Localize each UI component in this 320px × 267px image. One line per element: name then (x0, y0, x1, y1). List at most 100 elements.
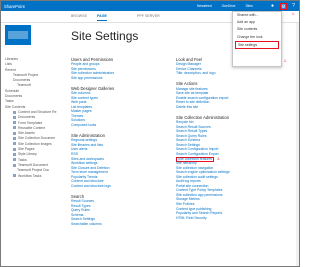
settings-link-label: List templates (71, 104, 92, 109)
settings-link-label: Site content types (71, 95, 98, 100)
settings-link-label: Site libraries and lists (71, 142, 104, 147)
settings-menu: Shared with... Add an app Site contents Cha… (232, 11, 282, 67)
settings-column-1: Users and Permissions People and groups Si… (71, 57, 141, 226)
settings-link-label: Enable search configuration export (176, 95, 229, 100)
list-icon (13, 115, 16, 119)
list-icon (13, 158, 16, 162)
settings-link-label: People and groups (71, 62, 100, 67)
leftnav-label: Site Collection Images (18, 141, 52, 146)
settings-link-label: Site collection navigation (176, 165, 214, 170)
menu-item[interactable]: Site settings (235, 40, 279, 49)
leftnav-label: Workflow Tasks (18, 173, 42, 178)
list-icon (13, 131, 16, 135)
settings-link-label: Search Result Sources (176, 124, 211, 129)
list-icon (13, 126, 16, 130)
settings-link-label: Design Manager (176, 62, 201, 67)
settings-link-label: HTML Field Security (176, 215, 207, 220)
settings-link-label: Composed looks (71, 122, 97, 127)
settings-link-label: Delete this site (176, 104, 199, 109)
settings-link-label: Site Closure and Deletion (71, 165, 110, 170)
leftnav-label: Site Assets (18, 131, 35, 136)
menu-item[interactable]: Add an app (233, 19, 281, 26)
suite-links: Newsfeed OneDrive Sites (197, 4, 262, 8)
list-icon (13, 137, 16, 141)
tab-browse[interactable]: BROWSE (71, 14, 87, 18)
settings-link-label: Audit log reports (176, 179, 201, 184)
settings-link-label: Workflow settings (71, 161, 98, 166)
sharepoint-logo-icon (8, 31, 28, 39)
menu-item[interactable]: Change the look (233, 34, 281, 41)
brand-label[interactable]: SharePoint (4, 4, 25, 9)
page-title: Site Settings (71, 29, 139, 43)
leftnav-label: Libraries (5, 57, 19, 61)
settings-link-label: Reset to site definition (176, 100, 210, 105)
leftnav-label: Documents (13, 78, 31, 83)
settings-link[interactable]: HTML Field Security (176, 216, 246, 221)
settings-link-label: RSS (71, 151, 78, 156)
settings-link-label: Search Settings (176, 142, 200, 147)
settings-link[interactable]: Searchable columns (71, 222, 141, 227)
left-navigation: Libraries Lists Recent Teamsoft Project Docu… (5, 57, 67, 179)
leftnav-label: Teamsoft Project (13, 72, 39, 77)
settings-link-label: Content Type Policy Templates (176, 188, 223, 193)
browser-window: SharePoint Newsfeed OneDrive Sites ● ⚙ ?… (0, 0, 300, 267)
list-icon (13, 147, 16, 151)
leftnav-label: Reusable Content (18, 125, 46, 130)
settings-link-label: Content and structure logs (71, 183, 111, 188)
settings-link-label: Search Configuration Import (176, 147, 219, 152)
user-icon[interactable]: ● (269, 3, 276, 10)
tab-ppf-server[interactable]: PPF SERVER (137, 14, 160, 18)
settings-link-label: Search Query Rules (176, 133, 207, 138)
gear-icon[interactable]: ⚙ (280, 2, 287, 10)
leftnav-label: Content and Structure Re (18, 109, 57, 114)
leftnav-label: Schedule (5, 88, 20, 93)
leftnav-label: Recent (5, 67, 16, 72)
suite-bar: SharePoint Newsfeed OneDrive Sites ● ⚙ ? (1, 1, 299, 11)
settings-link-label: Search Configuration Export (176, 151, 219, 156)
list-icon (13, 152, 16, 156)
vertical-scrollbar[interactable] (296, 23, 299, 266)
suite-link-onedrive[interactable]: OneDrive (222, 4, 236, 8)
leftnav-label: Teamsoft (17, 83, 31, 88)
leftnav-label: Tasks (18, 157, 27, 162)
settings-link-label: Master pages (71, 109, 92, 114)
site-logo[interactable] (5, 25, 31, 45)
settings-link-label: Web parts (71, 100, 87, 105)
settings-link-label: Site collection administrators (71, 71, 115, 76)
leftnav-label: Lists (5, 62, 12, 67)
settings-link-label: Search engine optimization settings (176, 170, 230, 175)
list-icon (13, 174, 16, 178)
help-icon[interactable]: ? (290, 3, 297, 10)
leftnav-label: Teamsoft Document (18, 162, 49, 167)
settings-link-label: Result Sources (71, 199, 94, 204)
settings-link-label: Search Schema (176, 138, 201, 143)
suite-link-sites[interactable]: Sites (245, 4, 252, 8)
leftnav-label: Form Templates (18, 120, 43, 125)
settings-link-label: Searchable columns (71, 221, 102, 226)
menu-callout: 1. (284, 59, 287, 63)
settings-link-label: User alerts (71, 147, 88, 152)
list-icon (13, 163, 16, 167)
menu-item[interactable]: Site contents (233, 26, 281, 33)
leftnav-item[interactable]: Workflow Tasks (5, 174, 67, 179)
settings-link-label: Save site as template (176, 91, 209, 96)
tab-page[interactable]: PAGE (97, 14, 107, 21)
leftnav-label: Documents (18, 115, 36, 120)
leftnav-label: Teamsoft Project Doc (17, 168, 50, 173)
menu-item[interactable]: Shared with... (233, 12, 281, 19)
settings-link-label: Site permissions (71, 66, 96, 71)
settings-link-label: Manage site features (176, 86, 208, 91)
list-icon (13, 121, 16, 125)
settings-link-label: Solutions (71, 118, 85, 123)
settings-link-label: Portal site connection (176, 183, 209, 188)
settings-link-label: Term store management (71, 170, 108, 175)
leftnav-label: Tasks (5, 99, 14, 104)
suite-link-newsfeed[interactable]: Newsfeed (197, 4, 212, 8)
settings-link-label: Popularity and Search Reports (176, 211, 223, 216)
settings-link-label: Content and structure (71, 179, 104, 184)
link-callout: 3. (217, 156, 220, 161)
settings-link-label: Title, description, and logo (176, 71, 216, 76)
settings-link-label: Site collection app permissions (176, 192, 223, 197)
settings-link-label: Schema (71, 212, 84, 217)
leftnav-label: Site Pages (18, 147, 35, 152)
